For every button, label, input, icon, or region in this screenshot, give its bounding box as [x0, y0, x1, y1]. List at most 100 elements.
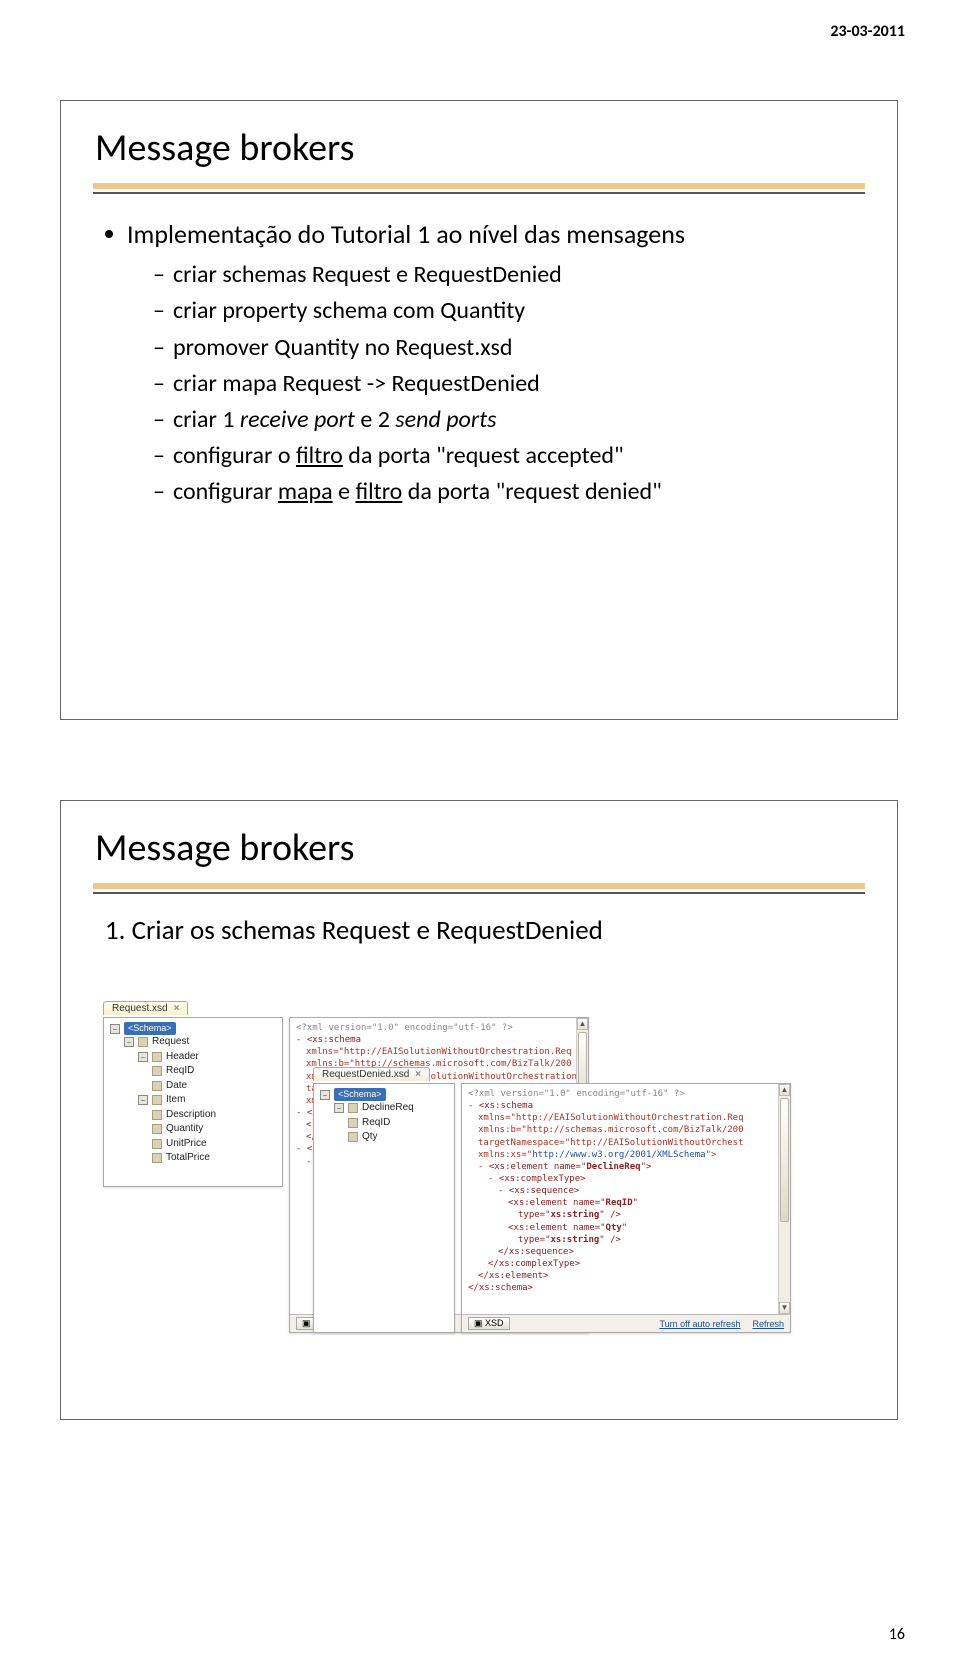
- collapse-icon[interactable]: [110, 1024, 120, 1034]
- tree-leaf[interactable]: ReqID: [110, 1064, 276, 1079]
- tree-leaf[interactable]: Description: [110, 1108, 276, 1123]
- xml-line: <xs:element name="Qty": [468, 1222, 784, 1234]
- xml-line: - <xs:element name="DeclineReq">: [468, 1161, 784, 1173]
- tab-requestdenied-xsd[interactable]: RequestDenied.xsd ×: [313, 1067, 430, 1081]
- scroll-track[interactable]: [779, 1096, 790, 1302]
- page-number: 16: [889, 1625, 905, 1644]
- scroll-up-icon[interactable]: ▲: [577, 1018, 588, 1030]
- element-icon: [152, 1052, 162, 1062]
- tree-node[interactable]: Header: [110, 1050, 276, 1065]
- xml-line: type="xs:string" />: [468, 1234, 784, 1246]
- element-icon: [152, 1095, 162, 1105]
- sub-bullet: –criar property schema com Quantity: [153, 294, 853, 328]
- tree-leaf[interactable]: Date: [110, 1079, 276, 1094]
- xml-line: - <xs:complexType>: [468, 1173, 784, 1185]
- dash-icon: –: [153, 331, 165, 365]
- collapse-icon[interactable]: [124, 1037, 134, 1047]
- close-icon[interactable]: ×: [174, 1003, 180, 1014]
- sub-text: promover Quantity no Request.xsd: [173, 331, 513, 365]
- tree-node[interactable]: DeclineReq: [320, 1101, 448, 1116]
- dash-icon: –: [153, 258, 165, 292]
- tree-root[interactable]: <Schema>: [110, 1022, 276, 1035]
- collapse-icon[interactable]: [138, 1095, 148, 1105]
- tree-leaf[interactable]: TotalPrice: [110, 1151, 276, 1166]
- slide2-body: 1. Criar os schemas Request e RequestDen…: [61, 894, 897, 950]
- element-icon: [152, 1124, 162, 1134]
- bullet1-text: Implementação do Tutorial 1 ao nível das…: [127, 216, 685, 253]
- tree-node[interactable]: Request: [110, 1035, 276, 1050]
- xml-denied: <?xml version="1.0" encoding="utf-16" ?>…: [462, 1084, 790, 1298]
- screenshot-composite: Request.xsd × <Schema> Request Header Req…: [103, 1001, 843, 1401]
- title-accent-bar: [93, 883, 865, 889]
- title-accent-bar: [93, 183, 865, 189]
- xml-line: - <xs:schema: [468, 1100, 784, 1112]
- tree-node[interactable]: Item: [110, 1093, 276, 1108]
- slide-2: Message brokers 1. Criar os schemas Requ…: [60, 800, 898, 1420]
- panel-footer: ▣ XSD Turn off auto refresh Refresh: [462, 1314, 790, 1332]
- panel-denied-tree: <Schema> DeclineReq ReqID Qty: [313, 1083, 455, 1333]
- element-icon: [152, 1153, 162, 1163]
- tree-leaf[interactable]: Qty: [320, 1130, 448, 1145]
- scroll-up-icon[interactable]: ▲: [779, 1084, 790, 1096]
- xml-line: </xs:sequence>: [468, 1246, 784, 1258]
- element-icon: [152, 1066, 162, 1076]
- collapse-icon[interactable]: [334, 1103, 344, 1113]
- xml-line: xmlns="http://EAISolutionWithoutOrchestr…: [296, 1046, 582, 1058]
- sub-text: criar 1 receive port e 2 send ports: [173, 403, 496, 437]
- turnoff-link[interactable]: Turn off auto refresh: [659, 1319, 740, 1329]
- panel-request-tree: <Schema> Request Header ReqID Date Item …: [103, 1017, 283, 1187]
- dash-icon: –: [153, 294, 165, 328]
- panel-denied-xml: <?xml version="1.0" encoding="utf-16" ?>…: [461, 1083, 791, 1333]
- tab-label: Request.xsd: [112, 1003, 168, 1014]
- tab-request-xsd[interactable]: Request.xsd ×: [103, 1001, 188, 1015]
- close-icon[interactable]: ×: [415, 1069, 421, 1080]
- xsd-button[interactable]: ▣ XSD: [468, 1317, 510, 1330]
- xml-line: </xs:complexType>: [468, 1258, 784, 1270]
- element-icon: [348, 1118, 358, 1128]
- sub-bullet: –promover Quantity no Request.xsd: [153, 331, 853, 365]
- xml-line: </xs:element>: [468, 1270, 784, 1282]
- xml-line: type="xs:string" />: [468, 1209, 784, 1221]
- sub-text: criar property schema com Quantity: [173, 294, 525, 328]
- xml-line: <?xml version="1.0" encoding="utf-16" ?>: [296, 1022, 582, 1034]
- xml-line: xmlns:xs="http://www.w3.org/2001/XMLSche…: [468, 1149, 784, 1161]
- slide-1: Message brokers Implementação do Tutoria…: [60, 100, 898, 720]
- sub-text: configurar o filtro da porta "request ac…: [173, 439, 624, 473]
- element-icon: [152, 1081, 162, 1091]
- collapse-icon[interactable]: [138, 1052, 148, 1062]
- xml-line: <?xml version="1.0" encoding="utf-16" ?>: [468, 1088, 784, 1100]
- xml-line: <xs:element name="ReqID": [468, 1197, 784, 1209]
- sub-bullet: – configurar mapa e filtro da porta "req…: [153, 475, 853, 509]
- xml-line: </xs:schema>: [468, 1282, 784, 1294]
- slide1-title: Message brokers: [61, 101, 897, 183]
- tree-leaf[interactable]: Quantity: [110, 1122, 276, 1137]
- slide2-title: Message brokers: [61, 801, 897, 883]
- xml-line: - <xs:sequence>: [468, 1185, 784, 1197]
- sub-bullet: – criar 1 receive port e 2 send ports: [153, 403, 853, 437]
- sub-text: criar mapa Request -> RequestDenied: [173, 367, 540, 401]
- element-icon: [138, 1037, 148, 1047]
- dash-icon: –: [153, 439, 165, 473]
- tree-root[interactable]: <Schema>: [320, 1088, 448, 1101]
- dash-icon: –: [153, 475, 165, 509]
- dash-icon: –: [153, 367, 165, 401]
- xml-line: targetNamespace="http://EAISolutionWitho…: [468, 1137, 784, 1149]
- sub-bullet: –criar mapa Request -> RequestDenied: [153, 367, 853, 401]
- dash-icon: –: [153, 403, 165, 437]
- bullet-dot-icon: [105, 230, 113, 238]
- tree-denied: <Schema> DeclineReq ReqID Qty: [314, 1084, 454, 1149]
- sub-bullet: – configurar o filtro da porta "request …: [153, 439, 853, 473]
- sub-bullet: –criar schemas Request e RequestDenied: [153, 258, 853, 292]
- collapse-icon[interactable]: [320, 1090, 330, 1100]
- element-icon: [152, 1139, 162, 1149]
- tree-leaf[interactable]: ReqID: [320, 1116, 448, 1131]
- scroll-down-icon[interactable]: ▼: [779, 1302, 790, 1314]
- scrollbar[interactable]: ▲ ▼: [778, 1084, 790, 1314]
- step-heading: 1. Criar os schemas Request e RequestDen…: [105, 912, 853, 950]
- tree-leaf[interactable]: UnitPrice: [110, 1137, 276, 1152]
- scroll-thumb[interactable]: [780, 1098, 789, 1222]
- refresh-link[interactable]: Refresh: [752, 1319, 784, 1329]
- tab-label: RequestDenied.xsd: [322, 1069, 409, 1080]
- sub-bullet-list: –criar schemas Request e RequestDenied –…: [153, 258, 853, 509]
- xml-line: xmlns="http://EAISolutionWithoutOrchestr…: [468, 1112, 784, 1124]
